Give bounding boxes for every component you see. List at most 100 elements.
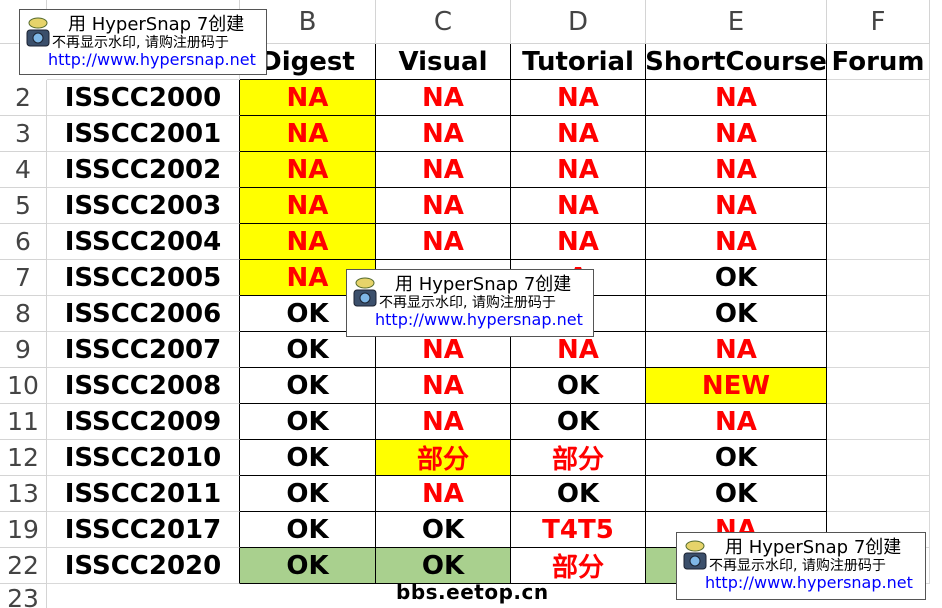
cell-b[interactable]: OK — [240, 368, 376, 404]
cell-conference-name[interactable]: ISSCC2020 — [47, 548, 240, 584]
cell-c[interactable]: OK — [376, 512, 511, 548]
cell-f[interactable] — [827, 332, 930, 368]
row-header[interactable]: 9 — [0, 332, 47, 368]
cell-c[interactable]: NA — [376, 80, 511, 116]
row-header[interactable]: 11 — [0, 404, 47, 440]
cell-e[interactable]: OK — [646, 440, 827, 476]
row-header[interactable]: 7 — [0, 260, 47, 296]
watermark-subtitle: 不再显示水印, 请购注册码于 — [52, 35, 229, 51]
cell-b[interactable]: OK — [240, 332, 376, 368]
row-header[interactable]: 3 — [0, 116, 47, 152]
cell-b[interactable]: OK — [240, 440, 376, 476]
cell-conference-name[interactable]: ISSCC2001 — [47, 116, 240, 152]
cell-conference-name[interactable]: ISSCC2004 — [47, 224, 240, 260]
cell-c[interactable]: NA — [376, 116, 511, 152]
row-header[interactable]: 12 — [0, 440, 47, 476]
cell-c[interactable]: 部分 — [376, 440, 511, 476]
cell-c[interactable]: NA — [376, 368, 511, 404]
cell-d[interactable]: OK — [511, 404, 646, 440]
cell-e[interactable]: NA — [646, 80, 827, 116]
header-cell-forum[interactable]: Forum — [827, 44, 930, 80]
cell-f[interactable] — [827, 368, 930, 404]
cell-d[interactable]: NA — [511, 224, 646, 260]
cell-e[interactable]: OK — [646, 476, 827, 512]
row-header[interactable]: 8 — [0, 296, 47, 332]
cell-c[interactable]: NA — [376, 224, 511, 260]
cell-c[interactable]: NA — [376, 476, 511, 512]
cell-b[interactable]: NA — [240, 188, 376, 224]
cell-c[interactable]: NA — [376, 332, 511, 368]
cell-c[interactable]: OK — [376, 548, 511, 584]
cell-d[interactable]: 部分 — [511, 440, 646, 476]
cell-b[interactable]: NA — [240, 80, 376, 116]
cell-c[interactable]: NA — [376, 404, 511, 440]
row-header[interactable]: 6 — [0, 224, 47, 260]
site-watermark-text: bbs.eetop.cn — [396, 580, 549, 604]
cell-f[interactable] — [827, 440, 930, 476]
cell-d[interactable]: OK — [511, 476, 646, 512]
cell-conference-name[interactable]: ISSCC2002 — [47, 152, 240, 188]
column-header-d[interactable]: D — [511, 0, 646, 44]
row-header[interactable]: 2 — [0, 80, 47, 116]
cell-conference-name[interactable]: ISSCC2006 — [47, 296, 240, 332]
cell-f[interactable] — [827, 260, 930, 296]
cell-d[interactable]: NA — [511, 188, 646, 224]
cell-e[interactable]: NA — [646, 224, 827, 260]
cell-conference-name[interactable]: ISSCC2007 — [47, 332, 240, 368]
header-cell-shortcourse[interactable]: ShortCourse — [646, 44, 827, 80]
cell-b[interactable]: NA — [240, 116, 376, 152]
camera-icon — [683, 540, 707, 570]
cell-conference-name[interactable]: ISSCC2010 — [47, 440, 240, 476]
cell-e[interactable]: NEW — [646, 368, 827, 404]
cell-conference-name[interactable]: ISSCC2008 — [47, 368, 240, 404]
cell-f[interactable] — [827, 404, 930, 440]
cell-f[interactable] — [827, 152, 930, 188]
cell-d[interactable]: NA — [511, 152, 646, 188]
cell-d[interactable]: NA — [511, 332, 646, 368]
cell-f[interactable] — [827, 188, 930, 224]
cell-d[interactable]: T4T5 — [511, 512, 646, 548]
column-header-f[interactable]: F — [827, 0, 930, 44]
cell-b[interactable]: OK — [240, 512, 376, 548]
column-header-e[interactable]: E — [646, 0, 827, 44]
cell-conference-name[interactable]: ISSCC2011 — [47, 476, 240, 512]
cell-c[interactable]: NA — [376, 152, 511, 188]
row-header[interactable]: 10 — [0, 368, 47, 404]
header-cell-visual[interactable]: Visual — [376, 44, 511, 80]
row-header[interactable]: 19 — [0, 512, 47, 548]
cell-c[interactable]: NA — [376, 188, 511, 224]
cell-e[interactable]: NA — [646, 188, 827, 224]
cell-f[interactable] — [827, 224, 930, 260]
cell-f[interactable] — [827, 80, 930, 116]
cell-b[interactable]: OK — [240, 548, 376, 584]
cell-b[interactable]: OK — [240, 476, 376, 512]
header-cell-tutorial[interactable]: Tutorial — [511, 44, 646, 80]
cell-d[interactable]: 部分 — [511, 548, 646, 584]
cell-f[interactable] — [827, 476, 930, 512]
cell-b[interactable]: NA — [240, 152, 376, 188]
cell-b[interactable]: OK — [240, 404, 376, 440]
cell-d[interactable]: OK — [511, 368, 646, 404]
cell-conference-name[interactable]: ISSCC2017 — [47, 512, 240, 548]
column-header-c[interactable]: C — [376, 0, 511, 44]
cell-d[interactable]: NA — [511, 116, 646, 152]
cell-conference-name[interactable]: ISSCC2003 — [47, 188, 240, 224]
cell-f[interactable] — [827, 116, 930, 152]
row-header-last[interactable]: 23 — [0, 584, 47, 608]
cell-e[interactable]: NA — [646, 332, 827, 368]
cell-b[interactable]: NA — [240, 224, 376, 260]
cell-e[interactable]: NA — [646, 152, 827, 188]
cell-e[interactable]: OK — [646, 260, 827, 296]
cell-conference-name[interactable]: ISSCC2005 — [47, 260, 240, 296]
row-header[interactable]: 13 — [0, 476, 47, 512]
cell-e[interactable]: OK — [646, 296, 827, 332]
row-header[interactable]: 22 — [0, 548, 47, 584]
row-header[interactable]: 4 — [0, 152, 47, 188]
cell-e[interactable]: NA — [646, 404, 827, 440]
cell-conference-name[interactable]: ISSCC2009 — [47, 404, 240, 440]
cell-conference-name[interactable]: ISSCC2000 — [47, 80, 240, 116]
cell-f[interactable] — [827, 296, 930, 332]
cell-e[interactable]: NA — [646, 116, 827, 152]
row-header[interactable]: 5 — [0, 188, 47, 224]
cell-d[interactable]: NA — [511, 80, 646, 116]
